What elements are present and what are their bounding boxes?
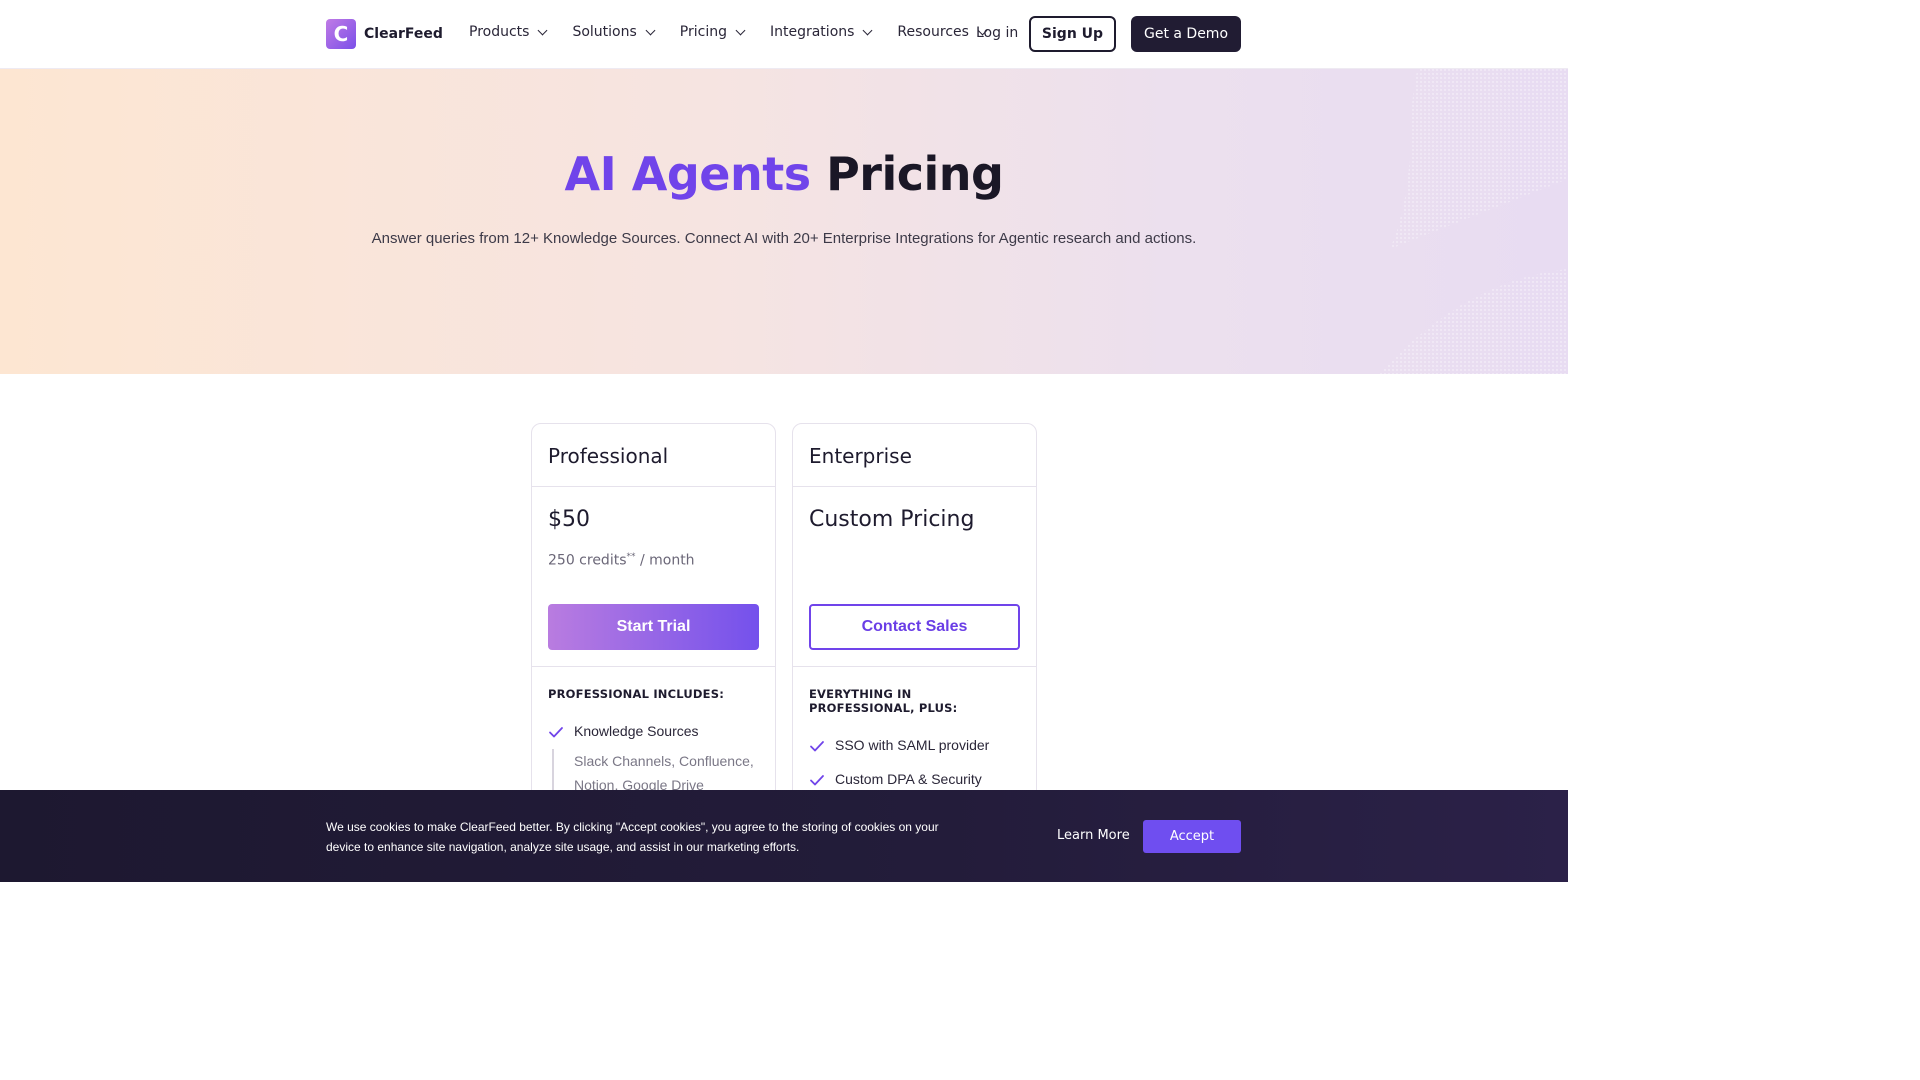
feature-item: Knowledge Sources	[548, 723, 759, 740]
page-title: AI Agents Pricing	[0, 147, 1568, 201]
plan-card-professional: Professional $50 250 credits** / month S…	[531, 423, 776, 843]
check-icon	[810, 741, 824, 752]
cookie-banner: We use cookies to make ClearFeed better.…	[0, 790, 1568, 882]
logo-icon: C	[326, 19, 356, 49]
start-trial-button[interactable]: Start Trial	[548, 604, 759, 650]
hero-subtitle: Answer queries from 12+ Knowledge Source…	[371, 230, 1197, 247]
plan-name: Enterprise	[793, 424, 1036, 487]
features-heading: PROFESSIONAL INCLUDES:	[548, 687, 725, 701]
chevron-down-icon	[735, 25, 746, 36]
signup-button[interactable]: Sign Up	[1029, 16, 1116, 52]
plan-features: EVERYTHING IN PROFESSIONAL, PLUS: SSO wi…	[793, 667, 1036, 803]
nav-item-label: Integrations	[769, 24, 855, 40]
nav-item-label: Pricing	[679, 24, 727, 40]
plan-price: Custom Pricing	[809, 507, 975, 532]
contact-sales-button[interactable]: Contact Sales	[809, 604, 1020, 650]
title-accent: AI Agents	[564, 147, 812, 201]
feature-label: SSO with SAML provider	[835, 737, 990, 753]
features-heading: EVERYTHING IN PROFESSIONAL, PLUS:	[809, 687, 958, 715]
chevron-down-icon	[538, 25, 548, 36]
credits-amount: 250 credits	[548, 552, 627, 569]
nav-item-label: Resources	[897, 24, 969, 40]
feature-item: SSO with SAML provider	[809, 737, 1020, 754]
login-link[interactable]: Log in	[976, 25, 1018, 41]
check-icon	[810, 775, 824, 786]
plan-features: PROFESSIONAL INCLUDES: Knowledge Sources…	[532, 667, 775, 797]
plan-price-section: $50 250 credits** / month Start Trial	[532, 487, 775, 667]
chevron-down-icon	[645, 25, 656, 36]
nav-item-resources[interactable]: Resources	[897, 24, 988, 40]
plan-card-enterprise: Enterprise Custom Pricing Contact Sales …	[792, 423, 1037, 843]
hero-dot-pattern	[1380, 69, 1568, 374]
feature-label: Knowledge Sources	[574, 723, 699, 739]
brand-logo[interactable]: C ClearFeed	[326, 19, 443, 49]
brand-name: ClearFeed	[364, 26, 443, 42]
plan-price-section: Custom Pricing Contact Sales	[793, 487, 1036, 667]
nav-item-label: Products	[469, 24, 530, 40]
top-navbar: C ClearFeed Products Solutions Pricing I…	[0, 0, 1568, 69]
nav-menu: Products Solutions Pricing Integrations …	[469, 24, 1012, 40]
nav-item-pricing[interactable]: Pricing	[679, 24, 746, 40]
credits-period: / month	[635, 552, 695, 569]
plan-price: $50	[548, 507, 590, 532]
title-rest: Pricing	[826, 147, 1004, 201]
plan-credits: 250 credits** / month	[548, 552, 759, 569]
accept-cookies-button[interactable]: Accept	[1143, 820, 1241, 853]
nav-item-label: Solutions	[572, 24, 637, 40]
credits-footnote-mark: **	[626, 552, 636, 562]
cookie-message: We use cookies to make ClearFeed better.…	[326, 820, 939, 854]
get-demo-button[interactable]: Get a Demo	[1131, 16, 1241, 52]
check-icon	[549, 727, 563, 738]
chevron-down-icon	[862, 25, 873, 36]
nav-item-products[interactable]: Products	[469, 24, 548, 40]
plan-name: Professional	[532, 424, 775, 487]
learn-more-link[interactable]: Learn More	[1057, 828, 1130, 843]
nav-item-solutions[interactable]: Solutions	[572, 24, 656, 40]
hero-section: AI Agents Pricing Answer queries from 12…	[0, 69, 1568, 374]
nav-item-integrations[interactable]: Integrations	[769, 24, 873, 40]
